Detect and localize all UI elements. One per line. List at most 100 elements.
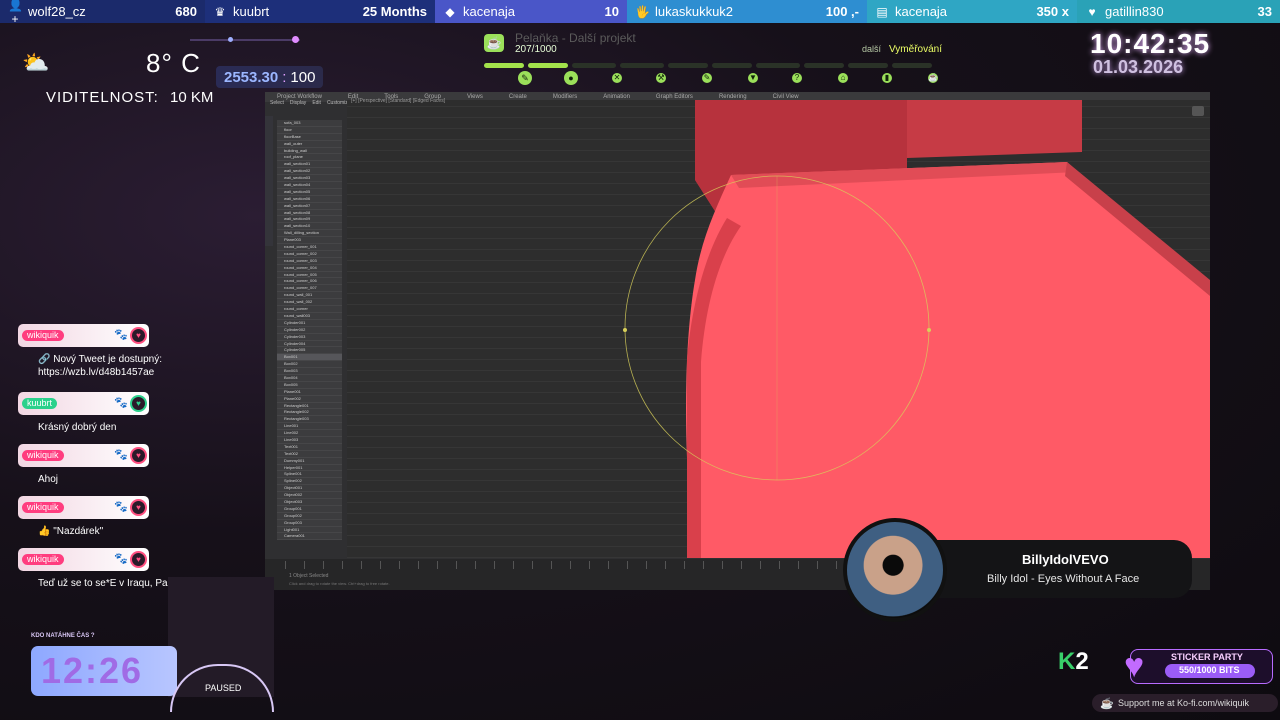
question-icon: ? xyxy=(792,73,802,83)
chat-text: Ahoj xyxy=(38,474,59,485)
outliner-row[interactable]: round_corner_006 xyxy=(277,278,342,286)
outliner-tab[interactable]: Edit xyxy=(312,100,321,106)
outliner-row[interactable]: Box002 xyxy=(277,361,342,369)
weather-cloud-sun-icon: ⛅ xyxy=(22,50,50,75)
outliner-row[interactable]: round_corner xyxy=(277,306,342,313)
k2-letter: K xyxy=(1058,648,1076,675)
paw-icon: 🐾 xyxy=(114,449,128,461)
outliner-row[interactable]: wall_section03 xyxy=(277,175,342,183)
outliner-row[interactable]: Object002 xyxy=(277,492,342,499)
pencil-icon: ✎ xyxy=(518,71,532,85)
outliner-row[interactable]: Cylinder005 xyxy=(277,347,342,355)
outliner-row[interactable]: Cylinder001 xyxy=(277,320,342,327)
outliner-row[interactable]: wall_section10 xyxy=(277,223,342,231)
outliner-row[interactable]: Text001 xyxy=(277,444,342,451)
outliner-row[interactable]: round_wall_001 xyxy=(277,292,342,300)
outliner-row[interactable]: round_corner_002 xyxy=(277,251,342,258)
modeling-app-window[interactable]: Project Workflow Edit Tools Group Views Creat… xyxy=(265,92,1210,590)
outliner-row[interactable]: wall_section08 xyxy=(277,210,342,217)
outliner-row[interactable]: wall_section02 xyxy=(277,168,342,176)
outliner-row[interactable]: Line003 xyxy=(277,437,342,444)
outliner-row[interactable]: Group002 xyxy=(277,513,342,520)
outliner-row[interactable]: wall_section05 xyxy=(277,189,342,196)
tool-strip[interactable] xyxy=(265,116,273,246)
outliner-row[interactable]: Text002 xyxy=(277,451,342,458)
outliner-row[interactable]: Object001 xyxy=(277,485,342,493)
gizmo-handle xyxy=(623,328,627,332)
outliner-row[interactable]: floor xyxy=(277,127,342,134)
goal-next-value: Vyměřování xyxy=(889,44,942,55)
outliner-row[interactable]: wall_section04 xyxy=(277,182,342,189)
paw-icon: 🐾 xyxy=(114,329,128,341)
outliner-row[interactable]: Light001 xyxy=(277,527,342,534)
heart-hand-icon: ♥ xyxy=(1088,4,1096,19)
outliner-row[interactable]: wall_section06 xyxy=(277,196,342,203)
viewport-label[interactable]: [+] [Perspective] [Standard] [Edged Face… xyxy=(351,98,445,104)
outliner-tab[interactable]: Display xyxy=(290,100,306,106)
outliner-row[interactable]: round_corner_003 xyxy=(277,258,342,265)
outliner-tab[interactable]: Select xyxy=(270,100,284,106)
clock-time: 10:42:35 xyxy=(1090,28,1211,59)
outliner-row[interactable]: Group001 xyxy=(277,506,342,513)
outliner-row[interactable]: round_corner_004 xyxy=(277,265,342,272)
outliner-row[interactable]: Rectangle001 xyxy=(277,403,342,410)
outliner-row[interactable]: wall_section01 xyxy=(277,161,342,169)
outliner-row[interactable]: Object003 xyxy=(277,499,342,506)
outliner-row[interactable]: Line001 xyxy=(277,423,342,431)
outliner-row[interactable]: wall_section07 xyxy=(277,203,342,210)
outliner-row[interactable]: Rectangle003 xyxy=(277,416,342,424)
coin-icon: ▤ xyxy=(876,4,888,19)
ticker-item: ◆ kacenaja 10 xyxy=(435,0,627,23)
outliner-row[interactable]: Line002 xyxy=(277,430,342,437)
goal-next-label: další xyxy=(862,44,882,54)
outliner-row[interactable]: Dummy001 xyxy=(277,458,342,465)
coffee-cup-icon: ☕ xyxy=(484,34,504,52)
outliner-tabs[interactable]: Select Display Edit Customize xyxy=(270,100,351,106)
crown-icon: ♛ xyxy=(214,4,226,19)
goal-segment xyxy=(572,63,616,68)
outliner-row[interactable]: Spline002 xyxy=(277,478,342,486)
bookmark-icon: ▮ xyxy=(882,73,892,83)
heart-badge-icon: ♥ xyxy=(130,447,147,464)
decor-slider-dot xyxy=(228,37,233,42)
outliner-row[interactable]: Plane001 xyxy=(277,389,342,396)
outliner-row[interactable]: round_corner_001 xyxy=(277,244,342,251)
outliner-row[interactable]: Group003 xyxy=(277,520,342,527)
outliner-row[interactable]: round_corner_007 xyxy=(277,285,342,293)
paw-icon: 🐾 xyxy=(114,397,128,409)
outliner-row[interactable]: sofa_003 xyxy=(277,120,342,127)
outliner-row[interactable]: wall_section09 xyxy=(277,216,342,224)
3d-viewport[interactable] xyxy=(347,100,1210,558)
outliner-row[interactable]: Plane003 xyxy=(277,237,342,245)
outliner-row[interactable]: Box005 xyxy=(277,382,342,389)
temperature: 8° C xyxy=(146,48,201,78)
outliner-row[interactable]: Spline001 xyxy=(277,471,342,479)
goal-milestones: ✎ ● ✕ ⚒ ✎ ▼ ? ⌂ ▮ ☕ xyxy=(516,71,948,87)
outliner-row[interactable]: roof_plane xyxy=(277,154,342,162)
outliner-row[interactable]: Cylinder004 xyxy=(277,341,342,348)
outliner-row[interactable]: round_corner_005 xyxy=(277,272,342,279)
clock-date: 01.03.2026 xyxy=(1093,57,1184,77)
ticker-name: wolf28_cz xyxy=(28,4,86,19)
outliner-row[interactable]: Cylinder003 xyxy=(277,334,342,341)
outliner-row[interactable]: Camera001 xyxy=(277,533,342,540)
outliner-row[interactable]: floorBase xyxy=(277,134,342,141)
outliner-row[interactable]: Rectangle002 xyxy=(277,409,342,417)
diamond-icon: ◆ xyxy=(445,4,455,19)
outliner-row[interactable]: Box004 xyxy=(277,375,342,382)
outliner-row[interactable]: round_wall_002 xyxy=(277,299,342,307)
outliner-row[interactable]: round_wall003 xyxy=(277,313,342,320)
outliner-row[interactable]: Helper001 xyxy=(277,465,342,472)
ticker-name: kacenaja xyxy=(463,4,516,19)
outliner-row[interactable]: Box001 xyxy=(277,354,342,362)
outliner-row[interactable]: Wall_dilling_section xyxy=(277,230,342,238)
sticker-value: 550/1000 BITS xyxy=(1179,665,1240,675)
outliner-row[interactable]: building_wall xyxy=(277,148,342,155)
score-counter: 2553.30 : 100 xyxy=(216,66,324,88)
outliner-row[interactable]: Plane002 xyxy=(277,396,342,403)
outliner-row[interactable]: Cylinder002 xyxy=(277,327,342,334)
scene-outliner[interactable]: sofa_003 floor floorBase wall_outer building… xyxy=(277,120,342,540)
outliner-row[interactable]: wall_outer xyxy=(277,141,342,148)
wrench-icon: ✎ xyxy=(702,73,712,83)
outliner-row[interactable]: Box003 xyxy=(277,368,342,375)
